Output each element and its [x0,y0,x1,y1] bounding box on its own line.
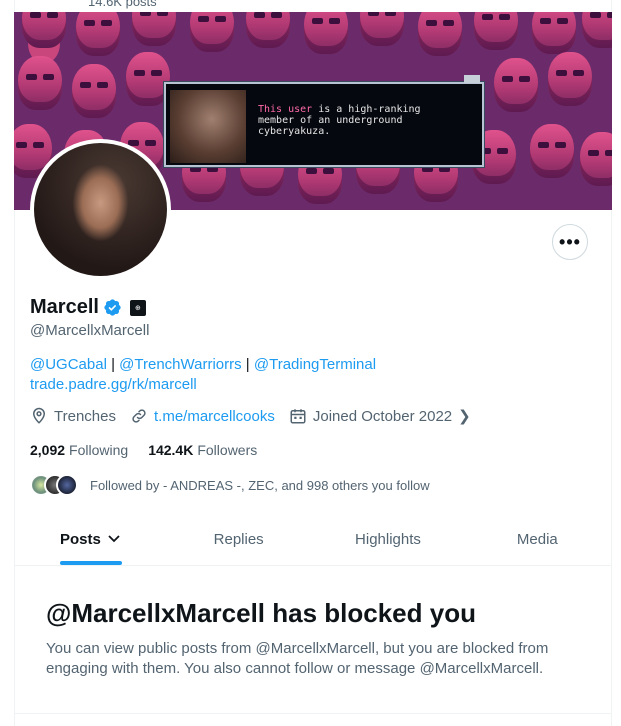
profile-tabs: Posts Replies Highlights Media [14,514,612,566]
tab-highlights[interactable]: Highlights [313,514,462,565]
profile-bio: @UGCabal | @TrenchWarriorrs | @TradingTe… [30,355,376,395]
verified-badge-icon[interactable] [103,298,122,317]
blocked-title: @MarcellxMarcell has blocked you [46,598,476,628]
following-count: 2,092 [30,442,66,458]
tab-posts-label: Posts [60,531,101,548]
avatar [56,474,78,496]
chevron-down-shape [108,535,120,543]
profile-name-row: Marcell ⊕ [30,296,146,319]
followers-link[interactable]: 142.4K Followers [148,442,257,458]
tab-replies[interactable]: Replies [164,514,313,565]
follow-stats: 2,092 Following 142.4K Followers [30,442,257,458]
following-link[interactable]: 2,092 Following [30,442,128,458]
website-link[interactable]: t.me/marcellcooks [154,408,275,425]
banner-terminal-window: This user is a high-ranking member of an… [164,75,484,167]
bio-link-ugcabal[interactable]: @UGCabal [30,356,107,373]
avatar-image [34,143,167,276]
divider [14,713,612,714]
tab-media-label: Media [516,531,558,548]
bio-url-link[interactable]: trade.padre.gg/rk/marcell [30,375,376,395]
location-text: Trenches [54,407,116,425]
followed-by-text: Followed by - ANDREAS -, ZEC, and 998 ot… [90,477,430,493]
bio-link-trenchwarriorrs[interactable]: @TrenchWarriorrs [119,356,241,373]
blocked-description: You can view public posts from @Marcellx… [46,640,549,677]
following-label: Following [69,442,129,458]
terminal-titlebar [464,75,480,83]
terminal-line3: cyberyakuza. [258,126,331,137]
website-item[interactable]: t.me/marcellcooks [130,407,275,425]
profile-meta-row: Trenches t.me/marcellcooks Joined Octobe… [30,407,485,425]
followed-by-avatars [30,474,80,496]
affiliate-badge-icon[interactable]: ⊕ [129,299,146,316]
joined-text: Joined October 2022 [312,407,453,425]
terminal-text: This user is a high-ranking member of an… [258,104,421,137]
terminal-highlight: This user [258,104,313,115]
tab-posts[interactable]: Posts [14,514,164,565]
bio-separator: | [106,356,120,373]
link-icon [132,409,146,423]
terminal-photo [170,90,246,163]
terminal-line1: is a high-ranking [312,104,421,115]
more-options-button[interactable]: ••• [552,224,588,260]
tab-highlights-label: Highlights [355,531,421,548]
calendar-icon [290,409,306,424]
profile-avatar[interactable] [30,139,171,280]
bio-separator: | [241,356,254,373]
followers-label: Followers [197,442,258,458]
bio-link-tradingterminal[interactable]: @TradingTerminal [254,356,376,373]
ellipsis-icon: ••• [559,231,581,252]
tab-replies-label: Replies [213,531,264,548]
followed-by-row[interactable]: Followed by - ANDREAS -, ZEC, and 998 ot… [30,474,430,496]
location-pin-icon [32,407,46,424]
profile-handle: @MarcellxMarcell [30,322,150,339]
followers-count: 142.4K [148,442,194,458]
joined-item[interactable]: Joined October 2022 ❯ [289,407,471,425]
tab-media[interactable]: Media [463,514,612,565]
profile-name: Marcell [30,296,99,318]
chevron-right-icon: ❯ [458,408,471,425]
location-item: Trenches [30,407,116,425]
terminal-line2: member of an underground [258,115,403,126]
chevron-down-icon [107,532,121,547]
